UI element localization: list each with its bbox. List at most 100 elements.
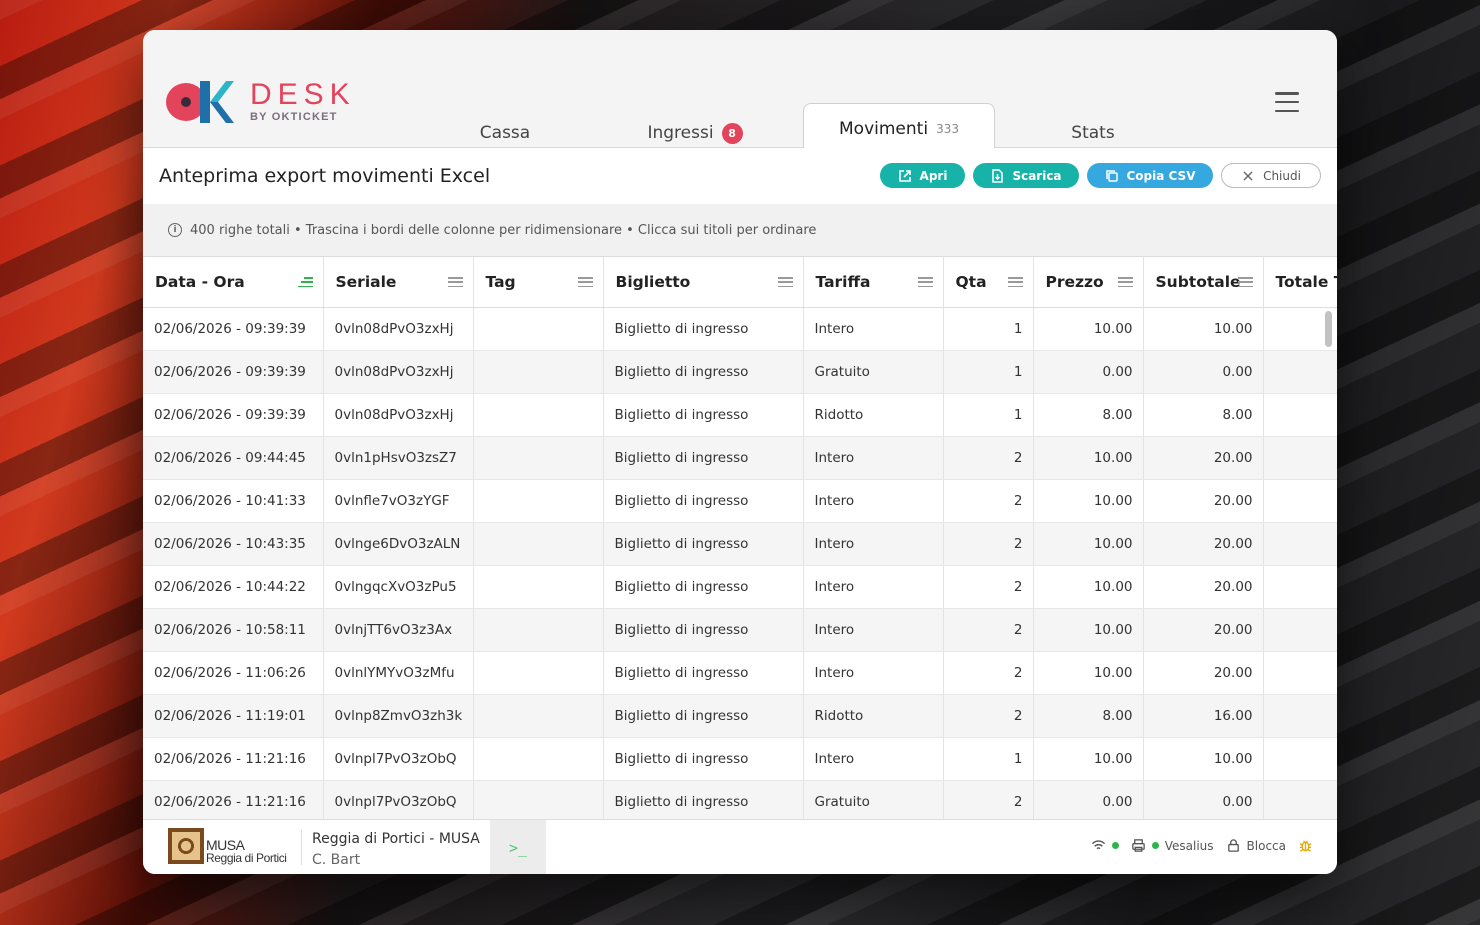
menu-icon[interactable] — [1275, 92, 1299, 112]
lock-icon — [1227, 839, 1239, 852]
printer-name: Vesalius — [1164, 838, 1214, 853]
bug-icon — [1299, 840, 1312, 852]
cell-seriale: 0vlnlYMYvO3zMfu — [323, 651, 474, 695]
cell-biglietto: Biglietto di ingresso — [603, 393, 804, 437]
column-menu-icon[interactable] — [1007, 277, 1023, 287]
tab-movimenti[interactable]: Movimenti 333 — [803, 103, 995, 149]
cell-qta: 1 — [943, 307, 1034, 351]
cell-tag — [473, 350, 604, 394]
download-file-icon — [992, 168, 1004, 183]
column-header-biglietto[interactable]: Biglietto — [603, 257, 804, 308]
table-row[interactable]: 02/06/2026 - 11:21:16 0vlnpl7PvO3zObQ Bigl… — [143, 737, 1337, 781]
copia-csv-button[interactable]: Copia CSV — [1087, 163, 1213, 188]
cell-totale — [1263, 694, 1337, 738]
column-header-qta[interactable]: Qta — [943, 257, 1034, 308]
cell-tariffa: Intero — [803, 608, 944, 652]
cell-data-ora: 02/06/2026 - 10:43:35 — [143, 522, 324, 566]
column-header-tariffa[interactable]: Tariffa — [803, 257, 944, 308]
cell-qta: 1 — [943, 393, 1034, 437]
sort-desc-icon[interactable] — [297, 277, 313, 287]
tab-cassa[interactable]: Cassa — [443, 102, 567, 148]
column-menu-icon[interactable] — [1117, 277, 1133, 287]
cell-qta: 2 — [943, 694, 1034, 738]
column-menu-icon[interactable] — [1237, 277, 1253, 287]
movimenti-table: Data - Ora Seriale Tag Biglietto Tariffa… — [143, 256, 1337, 819]
cell-biglietto: Biglietto di ingresso — [603, 479, 804, 523]
table-row[interactable]: 02/06/2026 - 10:44:22 0vlngqcXvO3zPu5 Bigl… — [143, 565, 1337, 609]
cell-tariffa: Gratuito — [803, 350, 944, 394]
column-menu-icon[interactable] — [447, 277, 463, 287]
cell-tariffa: Intero — [803, 565, 944, 609]
table-scrollbar[interactable] — [1325, 311, 1332, 347]
table-row[interactable]: 02/06/2026 - 10:58:11 0vlnjTT6vO3z3Ax Bigl… — [143, 608, 1337, 652]
cell-qta: 2 — [943, 522, 1034, 566]
column-menu-icon[interactable] — [577, 277, 593, 287]
scarica-button[interactable]: Scarica — [973, 163, 1079, 188]
cell-biglietto: Biglietto di ingresso — [603, 737, 804, 781]
cell-subtotale: 20.00 — [1143, 651, 1264, 695]
table-row[interactable]: 02/06/2026 - 11:06:26 0vlnlYMYvO3zMfu Bigl… — [143, 651, 1337, 695]
cell-tag — [473, 307, 604, 351]
app-window: DESK BY OKTICKET Cassa Ingressi 8 Movime… — [143, 30, 1337, 874]
cell-seriale: 0vln08dPvO3zxHj — [323, 393, 474, 437]
table-row[interactable]: 02/06/2026 - 11:19:01 0vlnp8ZmvO3zh3k Bigl… — [143, 694, 1337, 738]
cell-subtotale: 0.00 — [1143, 780, 1264, 819]
cell-qta: 2 — [943, 651, 1034, 695]
terminal-button[interactable]: >_ — [490, 820, 546, 874]
column-header-totale[interactable]: Totale T — [1263, 257, 1337, 308]
table-row[interactable]: 02/06/2026 - 09:39:39 0vln08dPvO3zxHj Bigl… — [143, 350, 1337, 394]
tab-stats[interactable]: Stats — [1033, 102, 1153, 148]
cell-subtotale: 10.00 — [1143, 737, 1264, 781]
scarica-label: Scarica — [1012, 168, 1062, 183]
cell-seriale: 0vlnpl7PvO3zObQ — [323, 737, 474, 781]
table-row[interactable]: 02/06/2026 - 09:39:39 0vln08dPvO3zxHj Bigl… — [143, 307, 1337, 351]
cell-subtotale: 20.00 — [1143, 479, 1264, 523]
cell-tag — [473, 565, 604, 609]
cell-tag — [473, 393, 604, 437]
cell-prezzo: 0.00 — [1033, 350, 1144, 394]
export-toolbar: Anteprima export movimenti Excel Apri Sc… — [143, 148, 1337, 204]
cell-prezzo: 10.00 — [1033, 565, 1144, 609]
column-header-data-ora[interactable]: Data - Ora — [143, 257, 324, 308]
chiudi-button[interactable]: Chiudi — [1221, 163, 1321, 188]
table-row[interactable]: 02/06/2026 - 10:43:35 0vlnge6DvO3zALN Bigl… — [143, 522, 1337, 566]
info-text: 400 righe totali • Trascina i bordi dell… — [190, 222, 817, 238]
cell-data-ora: 02/06/2026 - 09:44:45 — [143, 436, 324, 480]
cell-qta: 1 — [943, 737, 1034, 781]
table-row[interactable]: 02/06/2026 - 09:44:45 0vln1pHsvO3zsZ7 Bigl… — [143, 436, 1337, 480]
cell-qta: 2 — [943, 436, 1034, 480]
column-header-subtotale[interactable]: Subtotale — [1143, 257, 1264, 308]
musa-emblem-icon — [168, 828, 204, 864]
tab-ingressi[interactable]: Ingressi 8 — [613, 102, 777, 148]
tab-label: Stats — [1071, 123, 1115, 143]
table-row[interactable]: 02/06/2026 - 11:21:16 0vlnpl7PvO3zObQ Bigl… — [143, 780, 1337, 819]
cell-prezzo: 0.00 — [1033, 780, 1144, 819]
column-header-tag[interactable]: Tag — [473, 257, 604, 308]
apri-button[interactable]: Apri — [880, 163, 965, 188]
lock-button[interactable]: Blocca — [1226, 838, 1286, 853]
cell-seriale: 0vln08dPvO3zxHj — [323, 350, 474, 394]
musa-logo: MUSA Reggia di Portici — [168, 828, 287, 864]
column-header-seriale[interactable]: Seriale — [323, 257, 474, 308]
cell-prezzo: 8.00 — [1033, 393, 1144, 437]
cell-biglietto: Biglietto di ingresso — [603, 350, 804, 394]
debug-button[interactable] — [1298, 838, 1313, 853]
chiudi-label: Chiudi — [1263, 168, 1301, 183]
org-subtitle: Reggia di Portici — [206, 851, 287, 865]
printer-status[interactable]: Vesalius — [1131, 838, 1214, 853]
column-menu-icon[interactable] — [777, 277, 793, 287]
cell-totale — [1263, 780, 1337, 819]
cell-prezzo: 10.00 — [1033, 436, 1144, 480]
column-menu-icon[interactable] — [917, 277, 933, 287]
cell-prezzo: 10.00 — [1033, 737, 1144, 781]
cell-totale — [1263, 522, 1337, 566]
cell-subtotale: 8.00 — [1143, 393, 1264, 437]
cell-tariffa: Gratuito — [803, 780, 944, 819]
cell-tag — [473, 780, 604, 819]
table-row[interactable]: 02/06/2026 - 09:39:39 0vln08dPvO3zxHj Bigl… — [143, 393, 1337, 437]
column-header-prezzo[interactable]: Prezzo — [1033, 257, 1144, 308]
table-row[interactable]: 02/06/2026 - 10:41:33 0vlnfle7vO3zYGF Bigl… — [143, 479, 1337, 523]
cell-tag — [473, 608, 604, 652]
cell-data-ora: 02/06/2026 - 09:39:39 — [143, 350, 324, 394]
venue-name: Reggia di Portici - MUSA — [312, 831, 480, 847]
